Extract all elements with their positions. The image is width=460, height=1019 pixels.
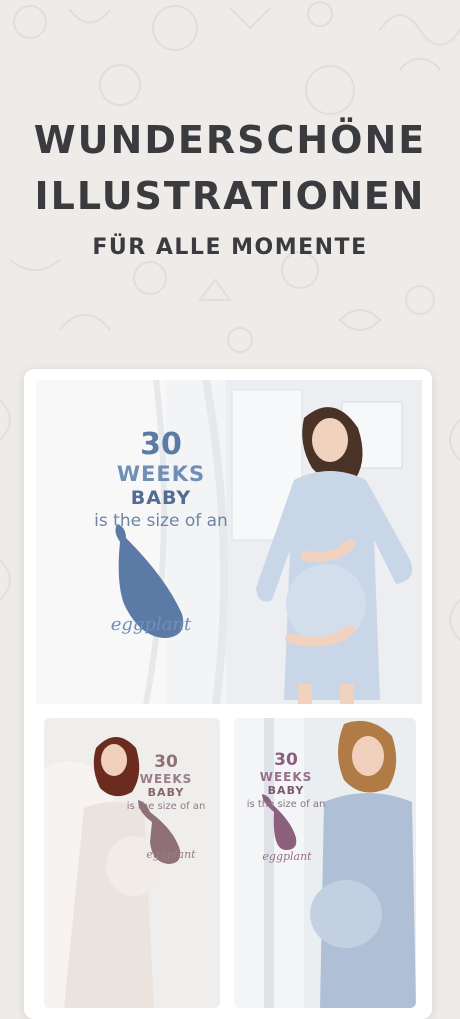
preview-photo-left: 30 WEEKS BABY is the size of an eggplant — [44, 718, 220, 1008]
headline-line-2: ILLUSTRATIONEN — [34, 174, 426, 218]
baby-label: BABY — [147, 786, 185, 799]
headline-line-1: WUNDERSCHÖNE — [33, 118, 427, 162]
preview-text-left: 30 WEEKS BABY is the size of an — [114, 752, 218, 813]
week-number: 30 — [274, 750, 298, 770]
preview-text-right: 30 WEEKS BABY is the size of an — [234, 750, 338, 811]
week-number: 30 — [140, 427, 182, 462]
headline-subtitle: FÜR ALLE MOMENTE — [92, 235, 368, 260]
size-text: is the size of an — [126, 801, 206, 812]
week-number: 30 — [154, 752, 178, 772]
fruit-label: eggplant — [146, 848, 196, 861]
size-text: is the size of an — [94, 511, 228, 531]
size-text: is the size of an — [246, 799, 326, 810]
preview-text-main: 30 WEEKS BABY is the size of an — [56, 428, 266, 532]
preview-photo-main: 30 WEEKS BABY is the size of an eggplant — [36, 380, 422, 704]
baby-label: BABY — [267, 784, 305, 797]
fruit-label: eggplant — [262, 850, 312, 863]
fruit-label: eggplant — [110, 614, 192, 635]
preview-photo-right: 30 WEEKS BABY is the size of an eggplant — [234, 718, 416, 1008]
weeks-label: WEEKS — [116, 462, 206, 486]
headline: WUNDERSCHÖNE ILLUSTRATIONEN FÜR ALLE MOM… — [0, 112, 460, 268]
weeks-label: WEEKS — [139, 772, 193, 786]
weeks-label: WEEKS — [259, 770, 313, 784]
baby-label: BABY — [130, 487, 192, 509]
